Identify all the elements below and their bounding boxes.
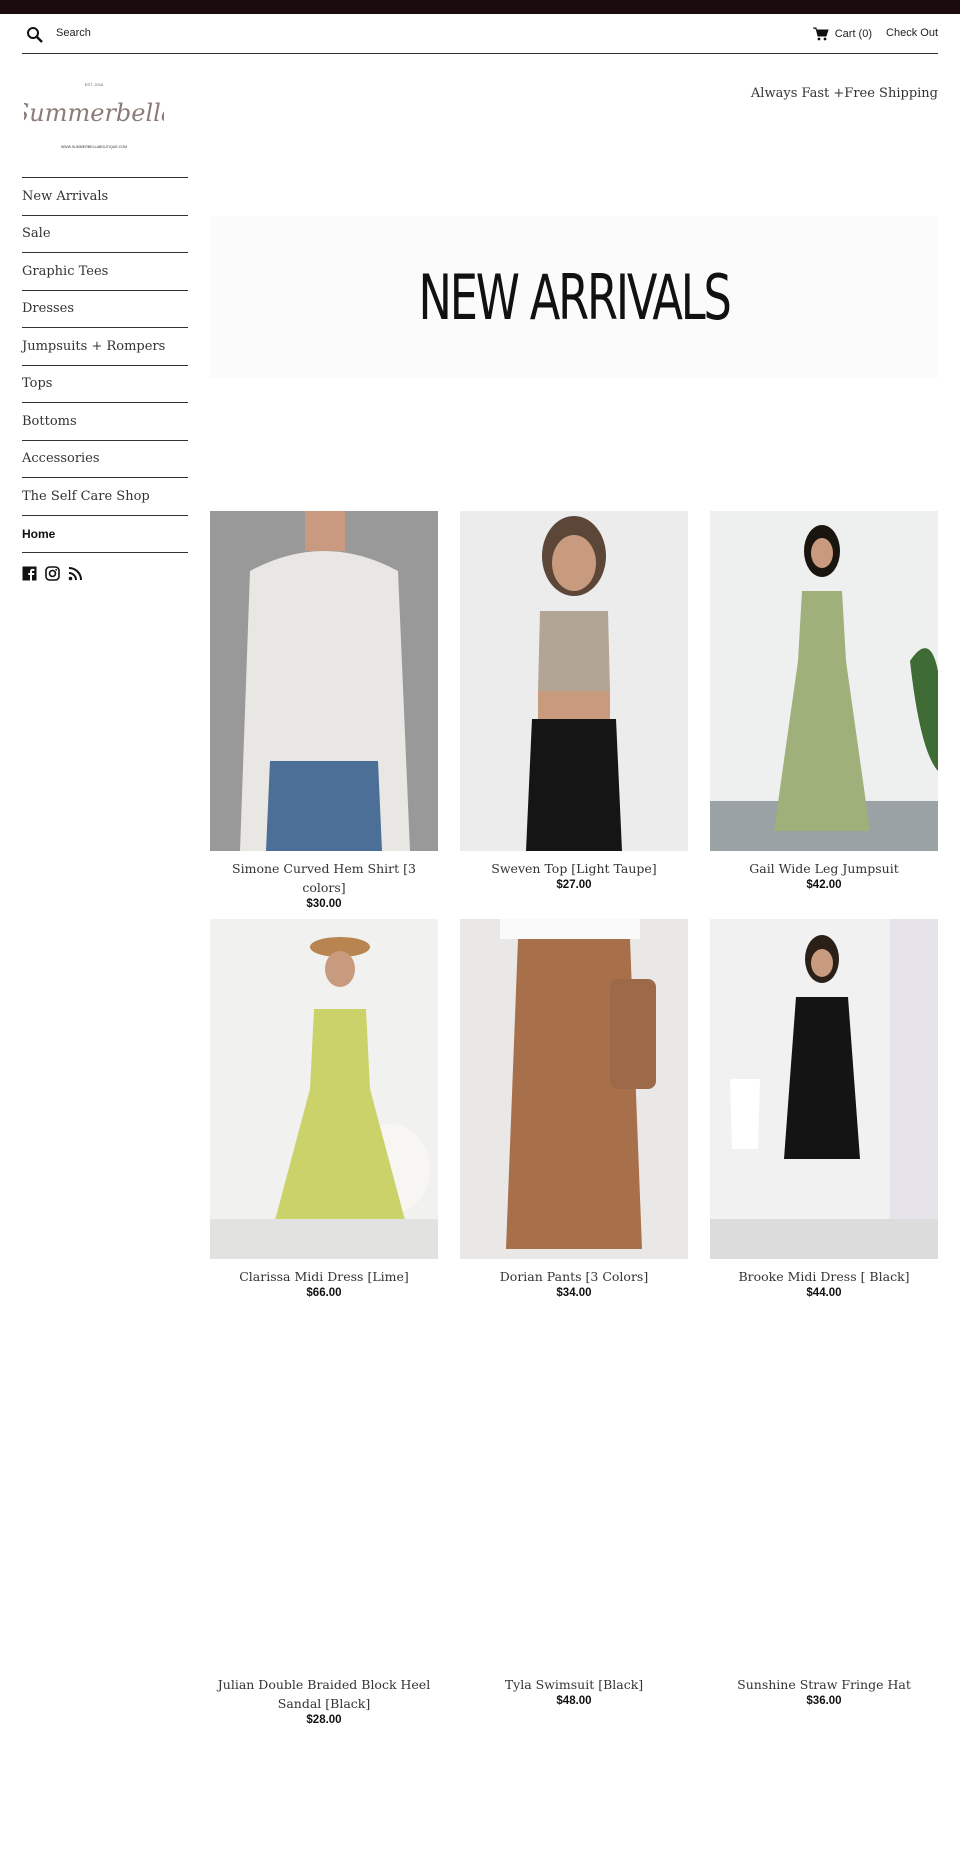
product-card[interactable]: Sunshine Straw Fringe Hat $36.00 (710, 1327, 938, 1707)
search-icon[interactable] (26, 26, 44, 44)
top-bar: Search Cart (0) Check Out (22, 14, 938, 54)
sidebar-item-sale[interactable]: Sale (22, 216, 188, 253)
product-card[interactable]: Dorian Pants [3 Colors] $34.00 (460, 919, 688, 1299)
product-name[interactable]: Clarissa Midi Dress [Lime] (210, 1267, 438, 1286)
product-card[interactable]: Gail Wide Leg Jumpsuit $42.00 (710, 511, 938, 891)
product-image[interactable] (210, 1327, 438, 1667)
product-image[interactable] (460, 1327, 688, 1667)
sidebar-nav: New Arrivals Sale Graphic Tees Dresses J… (22, 177, 188, 553)
product-price: $27.00 (556, 879, 592, 891)
product-image[interactable] (210, 511, 438, 851)
product-price: $30.00 (306, 898, 342, 910)
product-image[interactable] (460, 919, 688, 1259)
product-card[interactable]: Simone Curved Hem Shirt [3 colors] $30.0… (210, 511, 438, 910)
logo-est: EST. 2018 (85, 82, 104, 87)
product-price: $28.00 (306, 1714, 342, 1726)
social-links (22, 566, 83, 581)
product-name[interactable]: Brooke Midi Dress [ Black] (710, 1267, 938, 1286)
product-image[interactable] (460, 511, 688, 851)
banner-title: NEW ARRIVALS (418, 260, 731, 334)
search-input[interactable]: Search (56, 27, 91, 39)
product-name[interactable]: Simone Curved Hem Shirt [3 colors] (210, 859, 438, 897)
product-name[interactable]: Sunshine Straw Fringe Hat (710, 1675, 938, 1694)
checkout-link[interactable]: Check Out (886, 27, 938, 39)
sidebar-item-bottoms[interactable]: Bottoms (22, 403, 188, 441)
new-arrivals-banner[interactable]: NEW ARRIVALS (210, 216, 938, 378)
product-card[interactable]: Sweven Top [Light Taupe] $27.00 (460, 511, 688, 891)
product-price: $48.00 (556, 1695, 592, 1707)
store-logo[interactable]: EST. 2018 Summerbella WWW.SUMMERBELLABOU… (24, 78, 164, 156)
logo-url: WWW.SUMMERBELLABOUTIQUE.COM (61, 145, 127, 149)
product-name[interactable]: Dorian Pants [3 Colors] (460, 1267, 688, 1286)
sidebar-item-new-arrivals[interactable]: New Arrivals (22, 178, 188, 216)
sidebar-item-accessories[interactable]: Accessories (22, 441, 188, 478)
sidebar-item-self-care-shop[interactable]: The Self Care Shop (22, 478, 188, 516)
product-name[interactable]: Gail Wide Leg Jumpsuit (710, 859, 938, 878)
product-image[interactable] (710, 919, 938, 1259)
logo-name: Summerbella (24, 99, 164, 127)
shipping-message: Always Fast +Free Shipping (750, 86, 938, 101)
product-name[interactable]: Sweven Top [Light Taupe] (460, 859, 688, 878)
product-price: $66.00 (306, 1287, 342, 1299)
product-card[interactable]: Julian Double Braided Block Heel Sandal … (210, 1327, 438, 1726)
product-price: $34.00 (556, 1287, 592, 1299)
product-name[interactable]: Tyla Swimsuit [Black] (460, 1675, 688, 1694)
product-price: $42.00 (806, 879, 842, 891)
product-image[interactable] (710, 1327, 938, 1667)
sidebar-item-graphic-tees[interactable]: Graphic Tees (22, 253, 188, 291)
rss-icon[interactable] (68, 566, 83, 581)
facebook-icon[interactable] (22, 566, 37, 581)
cart-icon (812, 27, 829, 41)
product-name[interactable]: Julian Double Braided Block Heel Sandal … (210, 1675, 438, 1713)
sidebar-item-tops[interactable]: Tops (22, 366, 188, 403)
product-image[interactable] (710, 511, 938, 851)
product-card[interactable]: Tyla Swimsuit [Black] $48.00 (460, 1327, 688, 1707)
product-card[interactable]: Clarissa Midi Dress [Lime] $66.00 (210, 919, 438, 1299)
top-announcement-strip (0, 0, 960, 14)
product-card[interactable]: Brooke Midi Dress [ Black] $44.00 (710, 919, 938, 1299)
sidebar-item-home[interactable]: Home (22, 516, 188, 553)
product-price: $44.00 (806, 1287, 842, 1299)
product-price: $36.00 (806, 1695, 842, 1707)
sidebar-item-jumpsuits-rompers[interactable]: Jumpsuits + Rompers (22, 328, 188, 366)
cart-label: Cart (0) (834, 28, 872, 40)
sidebar-item-dresses[interactable]: Dresses (22, 291, 188, 328)
cart-link[interactable]: Cart (0) (812, 27, 872, 41)
instagram-icon[interactable] (45, 566, 60, 581)
product-image[interactable] (210, 919, 438, 1259)
